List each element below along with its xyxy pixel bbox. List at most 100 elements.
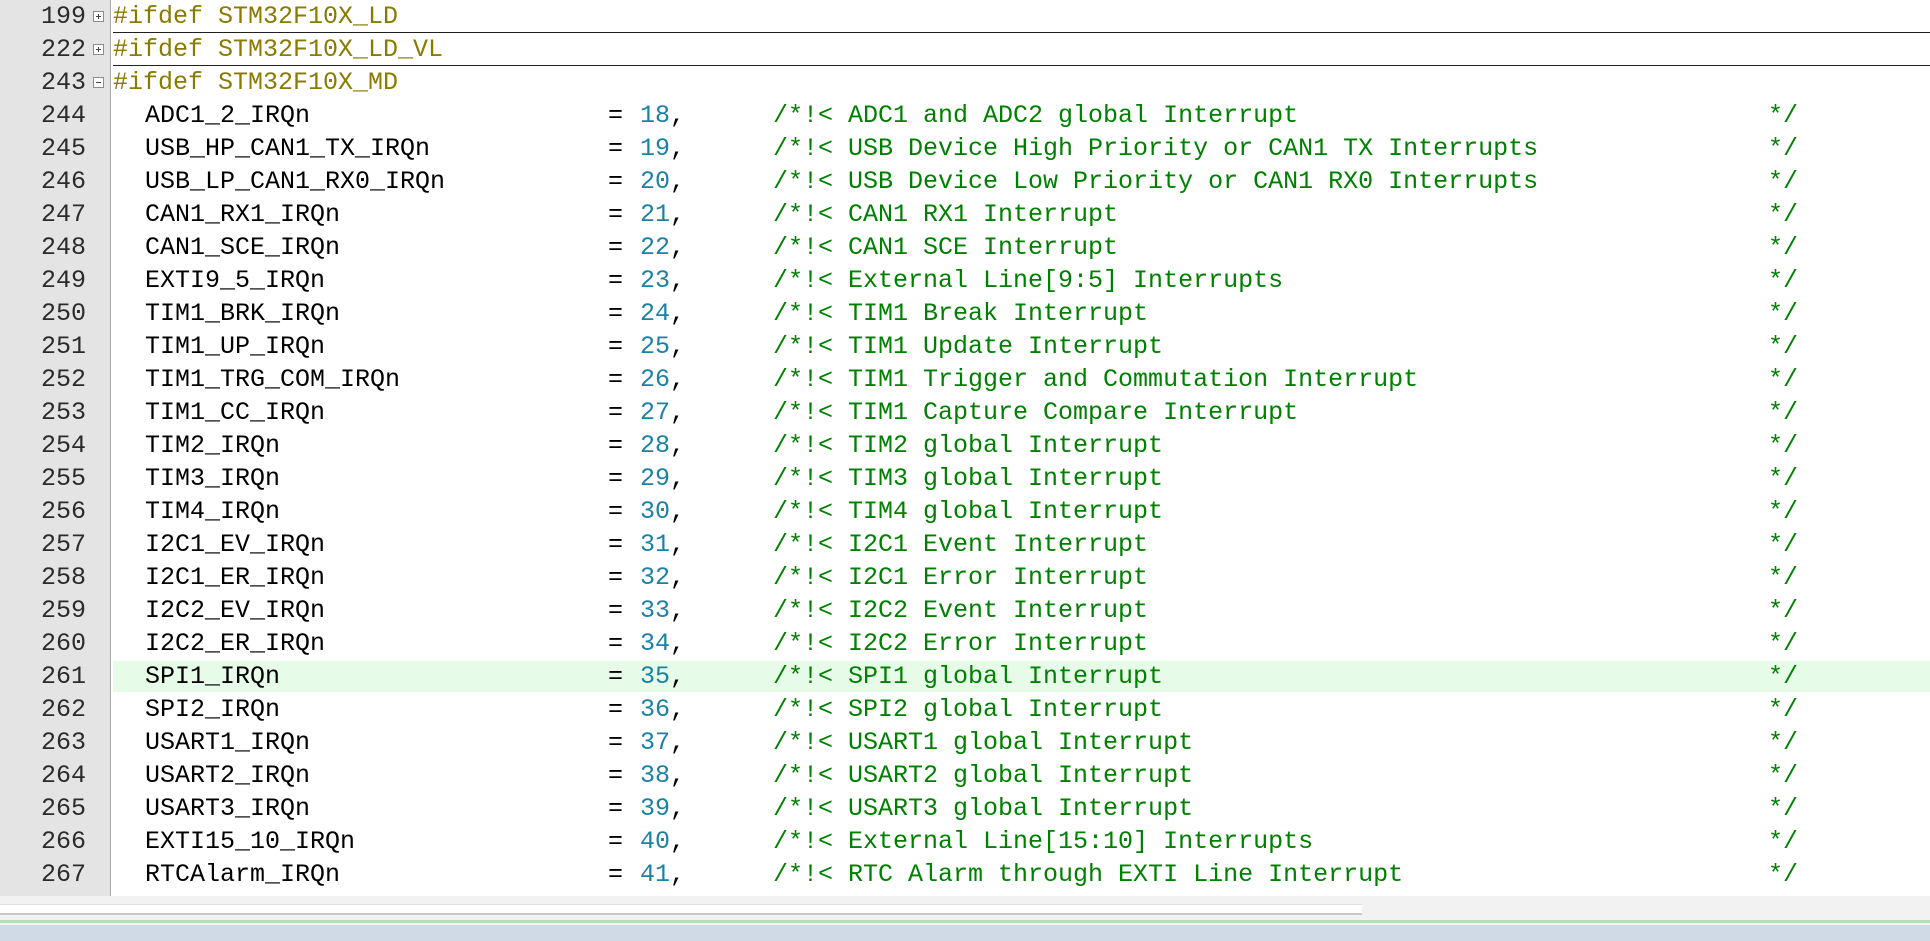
enum-value-number: 24	[640, 299, 671, 328]
preprocessor-directive: #ifdef STM32F10X_MD	[113, 68, 399, 97]
comma: ,	[670, 695, 686, 724]
code-line[interactable]: 244 ADC1_2_IRQn = 18, /*!< ADC1 and ADC2 glo…	[0, 99, 1930, 132]
line-number: 258	[40, 563, 86, 592]
assignment-operator: =	[608, 365, 624, 394]
line-number: 257	[40, 530, 86, 559]
line-number: 199	[40, 2, 86, 31]
line-number: 267	[40, 860, 86, 889]
fold-line[interactable]: 243 #ifdef STM32F10X_MD	[0, 66, 1930, 99]
line-number: 266	[40, 827, 86, 856]
doc-comment: /*!< SPI1 global Interrupt	[773, 662, 1164, 691]
fold-expand-icon[interactable]	[93, 11, 104, 22]
enum-identifier: EXTI9_5_IRQn	[145, 266, 326, 295]
fold-expand-icon[interactable]	[93, 44, 104, 55]
assignment-operator: =	[608, 398, 624, 427]
code-line[interactable]: 247 CAN1_RX1_IRQn = 21, /*!< CAN1 RX1 Interr…	[0, 198, 1930, 231]
doc-comment: /*!< USB Device Low Priority or CAN1 RX0…	[773, 167, 1539, 196]
enum-value-number: 36	[640, 695, 671, 724]
comment-end: */	[1768, 200, 1799, 229]
code-line[interactable]: 257 I2C1_EV_IRQn = 31, /*!< I2C1 Event Inter…	[0, 528, 1930, 561]
enum-value: 37,	[640, 726, 685, 759]
code-editor[interactable]: 199 #ifdef STM32F10X_LD 222 #ifdef STM32F10…	[0, 0, 1930, 896]
code-line[interactable]: 258 I2C1_ER_IRQn = 32, /*!< I2C1 Error Inter…	[0, 561, 1930, 594]
line-number: 260	[40, 629, 86, 658]
comment-end: */	[1768, 860, 1799, 889]
assignment-operator: =	[608, 464, 624, 493]
enum-value: 25,	[640, 330, 685, 363]
code-line[interactable]: 251 TIM1_UP_IRQn = 25, /*!< TIM1 Update Inte…	[0, 330, 1930, 363]
assignment-operator: =	[608, 200, 624, 229]
code-line[interactable]: 263 USART1_IRQn = 37, /*!< USART1 global Int…	[0, 726, 1930, 759]
doc-comment: /*!< RTC Alarm through EXTI Line Interru…	[773, 860, 1404, 889]
code-line[interactable]: 255 TIM3_IRQn = 29, /*!< TIM3 global Interru…	[0, 462, 1930, 495]
code-line[interactable]: 250 TIM1_BRK_IRQn = 24, /*!< TIM1 Break Inte…	[0, 297, 1930, 330]
enum-value-number: 30	[640, 497, 671, 526]
enum-value: 38,	[640, 759, 685, 792]
enum-identifier: CAN1_SCE_IRQn	[145, 233, 341, 262]
enum-identifier: I2C2_ER_IRQn	[145, 629, 326, 658]
line-number: 255	[40, 464, 86, 493]
code-line[interactable]: 265 USART3_IRQn = 39, /*!< USART3 global Int…	[0, 792, 1930, 825]
comma: ,	[670, 662, 686, 691]
fold-line[interactable]: 222 #ifdef STM32F10X_LD_VL	[0, 33, 1930, 66]
code-line[interactable]: 262 SPI2_IRQn = 36, /*!< SPI2 global Interru…	[0, 693, 1930, 726]
enum-value-number: 32	[640, 563, 671, 592]
code-line[interactable]: 246 USB_LP_CAN1_RX0_IRQn = 20, /*!< USB Devi…	[0, 165, 1930, 198]
comment-end: */	[1768, 398, 1799, 427]
comma: ,	[670, 629, 686, 658]
enum-identifier: I2C1_EV_IRQn	[145, 530, 326, 559]
comment-end: */	[1768, 629, 1799, 658]
code-line[interactable]: 253 TIM1_CC_IRQn = 27, /*!< TIM1 Capture Com…	[0, 396, 1930, 429]
line-number: 253	[40, 398, 86, 427]
line-number: 265	[40, 794, 86, 823]
enum-value-number: 26	[640, 365, 671, 394]
comma: ,	[670, 101, 686, 130]
comma: ,	[670, 596, 686, 625]
code-line[interactable]: 260 I2C2_ER_IRQn = 34, /*!< I2C2 Error Inter…	[0, 627, 1930, 660]
current-line[interactable]: 261 SPI1_IRQn = 35, /*!< SPI1 global Interru…	[0, 660, 1930, 693]
code-line[interactable]: 264 USART2_IRQn = 38, /*!< USART2 global Int…	[0, 759, 1930, 792]
enum-value: 36,	[640, 693, 685, 726]
code-line[interactable]: 256 TIM4_IRQn = 30, /*!< TIM4 global Interru…	[0, 495, 1930, 528]
enum-identifier: RTCAlarm_IRQn	[145, 860, 341, 889]
enum-identifier: SPI2_IRQn	[145, 695, 281, 724]
assignment-operator: =	[608, 827, 624, 856]
enum-value-number: 23	[640, 266, 671, 295]
code-line[interactable]: 267 RTCAlarm_IRQn = 41, /*!< RTC Alarm throu…	[0, 858, 1930, 891]
enum-value-number: 39	[640, 794, 671, 823]
code-line[interactable]: 259 I2C2_EV_IRQn = 33, /*!< I2C2 Event Inter…	[0, 594, 1930, 627]
code-line[interactable]: 266 EXTI15_10_IRQn = 40, /*!< External Line[…	[0, 825, 1930, 858]
code-line[interactable]: 245 USB_HP_CAN1_TX_IRQn = 19, /*!< USB Devic…	[0, 132, 1930, 165]
comment-end: */	[1768, 233, 1799, 262]
code-line[interactable]: 254 TIM2_IRQn = 28, /*!< TIM2 global Interru…	[0, 429, 1930, 462]
enum-identifier: TIM1_CC_IRQn	[145, 398, 326, 427]
comma: ,	[670, 497, 686, 526]
enum-value-number: 38	[640, 761, 671, 790]
comma: ,	[670, 761, 686, 790]
comma: ,	[670, 332, 686, 361]
assignment-operator: =	[608, 332, 624, 361]
enum-value: 30,	[640, 495, 685, 528]
horizontal-scrollbar-thumb[interactable]	[0, 904, 1362, 915]
code-line[interactable]: 248 CAN1_SCE_IRQn = 22, /*!< CAN1 SCE Interr…	[0, 231, 1930, 264]
enum-value: 28,	[640, 429, 685, 462]
fold-collapse-icon[interactable]	[93, 77, 104, 88]
enum-value: 19,	[640, 132, 685, 165]
line-number: 243	[40, 68, 86, 97]
line-number: 262	[40, 695, 86, 724]
status-bar	[0, 925, 1930, 941]
enum-identifier: USART1_IRQn	[145, 728, 311, 757]
comment-end: */	[1768, 827, 1799, 856]
assignment-operator: =	[608, 134, 624, 163]
enum-value: 26,	[640, 363, 685, 396]
enum-identifier: CAN1_RX1_IRQn	[145, 200, 341, 229]
enum-value-number: 25	[640, 332, 671, 361]
doc-comment: /*!< External Line[9:5] Interrupts	[773, 266, 1284, 295]
code-line[interactable]: 249 EXTI9_5_IRQn = 23, /*!< External Line[9:…	[0, 264, 1930, 297]
enum-value: 29,	[640, 462, 685, 495]
enum-value-number: 18	[640, 101, 671, 130]
doc-comment: /*!< TIM4 global Interrupt	[773, 497, 1164, 526]
doc-comment: /*!< I2C1 Event Interrupt	[773, 530, 1149, 559]
code-line[interactable]: 252 TIM1_TRG_COM_IRQn = 26, /*!< TIM1 Trigge…	[0, 363, 1930, 396]
fold-line[interactable]: 199 #ifdef STM32F10X_LD	[0, 0, 1930, 33]
